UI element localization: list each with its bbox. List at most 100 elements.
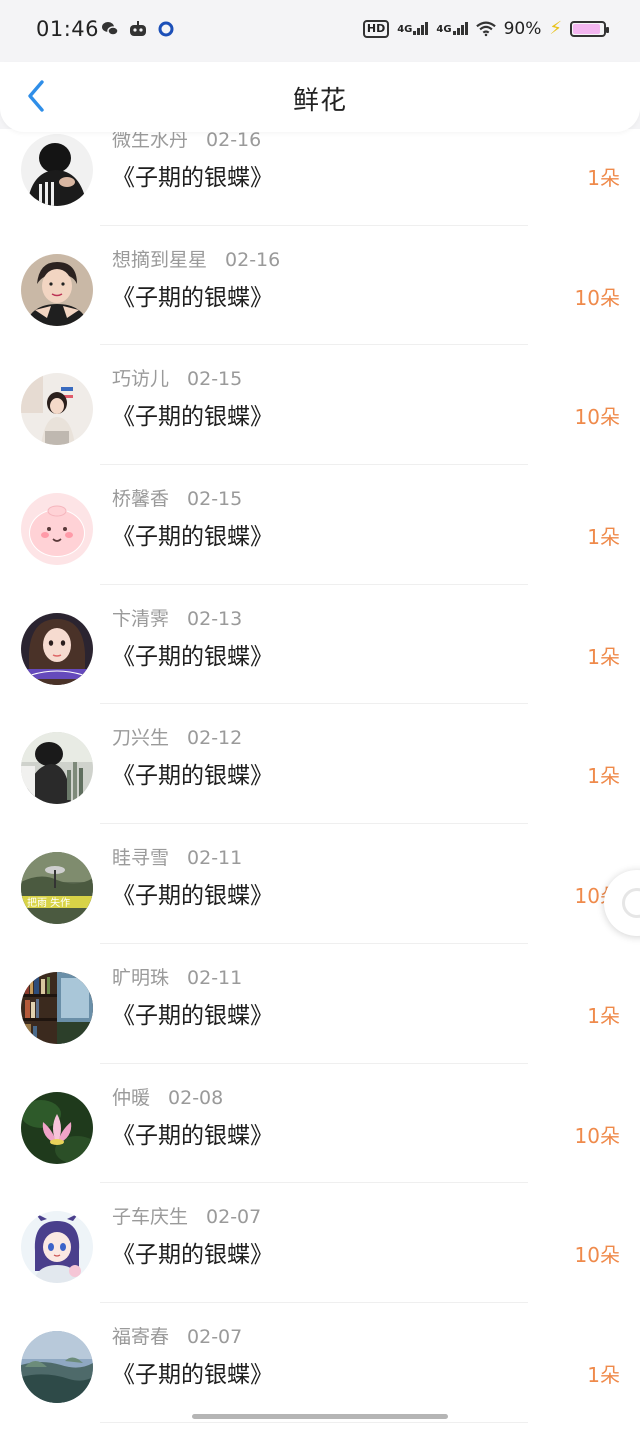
flower-count: 10朵 (574, 1243, 620, 1268)
divider (100, 703, 528, 705)
avatar[interactable]: 把雨 失作 (21, 852, 93, 925)
list-item[interactable]: 子车庆生 02-07 《子期的银蝶》 10朵 (0, 1206, 640, 1326)
username: 巧访儿 (112, 368, 170, 391)
item-date: 02-07 (187, 1325, 243, 1348)
home-indicator (192, 1414, 448, 1419)
avatar[interactable] (21, 732, 93, 805)
list-item[interactable]: 巧访儿 02-15 《子期的银蝶》 10朵 (0, 368, 640, 488)
flower-count: 1朵 (587, 525, 620, 550)
divider (100, 464, 528, 466)
list-item[interactable]: 福寄春 02-07 《子期的银蝶》 1朵 (0, 1326, 640, 1446)
flower-count: 1朵 (587, 1362, 620, 1387)
battery-percent: 90% (503, 18, 542, 39)
book-title: 《子期的银蝶》 (112, 165, 273, 191)
item-meta: 子车庆生 02-07 (112, 1202, 261, 1229)
avatar[interactable] (21, 612, 93, 685)
item-date: 02-15 (187, 488, 243, 511)
battery-icon (570, 20, 609, 37)
list-item[interactable]: 仲暖 02-08 《子期的银蝶》 10朵 (0, 1087, 640, 1207)
divider (100, 583, 528, 585)
flower-list: 微生水丹 02-16 《子期的银蝶》 1朵 想摘到星星 02-16 《子期的银蝶》 10朵 巧访… (0, 129, 640, 1446)
app-circle-icon (156, 20, 176, 38)
list-item[interactable]: 想摘到星星 02-16 《子期的银蝶》 10朵 (0, 249, 640, 369)
item-date: 02-11 (187, 966, 243, 989)
book-title: 《子期的银蝶》 (112, 524, 273, 551)
flower-count: 1朵 (587, 1003, 620, 1028)
status-bar: 01:46 HD 4G 4G 90% ⚡ (0, 0, 640, 62)
flower-count: 10朵 (574, 1123, 620, 1148)
list-item[interactable]: 微生水丹 02-16 《子期的银蝶》 1朵 (0, 129, 640, 249)
game-controller-icon (128, 20, 148, 38)
avatar[interactable] (21, 1091, 93, 1164)
item-date: 02-16 (206, 129, 262, 151)
list-item[interactable]: 旷明珠 02-11 《子期的银蝶》 1朵 (0, 967, 640, 1087)
avatar[interactable] (21, 373, 93, 446)
list-item[interactable]: 桥馨香 02-15 《子期的银蝶》 1朵 (0, 488, 640, 608)
signal-icon-1: 4G (397, 22, 429, 35)
item-meta: 眭寻雪 02-11 (112, 843, 242, 870)
item-date: 02-16 (225, 248, 281, 271)
flower-count: 10朵 (574, 405, 620, 430)
divider (100, 1062, 528, 1064)
item-date: 02-12 (187, 727, 243, 750)
username: 旷明珠 (112, 966, 170, 989)
status-left-icons (100, 20, 176, 38)
battery-fill (573, 23, 600, 34)
book-title: 《子期的银蝶》 (112, 1361, 273, 1388)
avatar[interactable] (21, 1330, 93, 1403)
divider (100, 823, 528, 825)
divider (100, 1301, 528, 1303)
username: 想摘到星星 (112, 248, 208, 271)
avatar[interactable] (21, 971, 93, 1044)
username: 眭寻雪 (112, 847, 170, 870)
flower-count: 10朵 (574, 285, 620, 310)
item-meta: 卞清霁 02-13 (112, 604, 242, 631)
book-title: 《子期的银蝶》 (112, 643, 273, 670)
avatar[interactable] (21, 493, 93, 566)
wifi-icon (475, 20, 496, 38)
username: 福寄春 (112, 1325, 170, 1348)
username: 微生水丹 (112, 129, 189, 151)
username: 仲暖 (112, 1086, 151, 1109)
item-meta: 巧访儿 02-15 (112, 364, 242, 391)
username: 子车庆生 (112, 1206, 189, 1229)
avatar[interactable] (21, 1211, 93, 1284)
avatar[interactable] (21, 134, 93, 206)
list-item[interactable]: 卞清霁 02-13 《子期的银蝶》 1朵 (0, 608, 640, 728)
item-date: 02-15 (187, 368, 243, 391)
network-label-2: 4G (436, 24, 452, 35)
avatar[interactable] (21, 253, 93, 326)
item-meta: 桥馨香 02-15 (112, 484, 242, 511)
book-title: 《子期的银蝶》 (112, 763, 273, 790)
username: 卞清霁 (112, 607, 170, 630)
book-title: 《子期的银蝶》 (112, 1002, 273, 1029)
flower-count: 1朵 (587, 644, 620, 669)
book-title: 《子期的银蝶》 (112, 284, 273, 311)
item-meta: 想摘到星星 02-16 (112, 245, 280, 272)
username: 桥馨香 (112, 488, 170, 511)
list-item[interactable]: 把雨 失作 眭寻雪 02-11 《子期的银蝶》 10朵 (0, 847, 640, 967)
item-meta: 刀兴生 02-12 (112, 723, 242, 750)
wechat-icon (100, 20, 120, 38)
divider (100, 224, 528, 226)
status-right: HD 4G 4G 90% ⚡ (362, 18, 609, 39)
status-time: 01:46 (36, 17, 100, 41)
hd-icon: HD (362, 19, 390, 38)
nav-bar: 鲜花 (0, 62, 640, 132)
flower-count: 1朵 (587, 764, 620, 789)
list-item[interactable]: 刀兴生 02-12 《子期的银蝶》 1朵 (0, 727, 640, 847)
svg-text:把雨 失作: 把雨 失作 (27, 896, 70, 909)
book-title: 《子期的银蝶》 (112, 1242, 273, 1269)
book-title: 《子期的银蝶》 (112, 404, 273, 431)
item-date: 02-08 (168, 1086, 224, 1109)
divider (100, 942, 528, 944)
username: 刀兴生 (112, 727, 170, 750)
item-date: 02-13 (187, 607, 243, 630)
book-title: 《子期的银蝶》 (112, 883, 273, 910)
page-title: 鲜花 (292, 86, 347, 116)
signal-icon-2: 4G (436, 22, 468, 35)
charging-bolt-icon: ⚡ (549, 18, 562, 39)
item-meta: 仲暖 02-08 (112, 1083, 223, 1110)
network-label-1: 4G (397, 24, 413, 35)
flower-count: 1朵 (587, 166, 620, 190)
